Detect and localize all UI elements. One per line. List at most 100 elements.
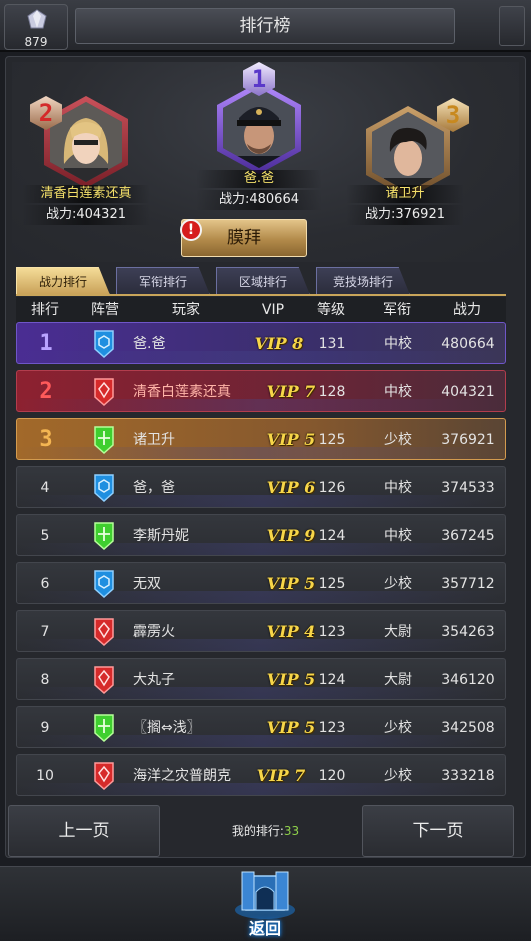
rank-badge: 2 <box>39 379 53 404</box>
rank-number: 5 <box>40 528 50 544</box>
player-level: 123 <box>318 624 346 640</box>
top-bar: 879 排行榜 <box>0 0 531 52</box>
table-row[interactable]: 9 〖搁⇔浅〗 VIP 5 123 少校 342508 <box>16 706 506 748</box>
rank-number: 8 <box>40 672 50 688</box>
pagination: 上一页 我的排行:33 下一页 <box>8 805 523 857</box>
player-name: 清香白莲素还真 <box>133 384 231 400</box>
column-power: 战力 <box>453 302 481 318</box>
player-name: 李斯丹妮 <box>133 528 189 544</box>
table-row[interactable]: 3 诸卫升 VIP 5 125 少校 376921 <box>16 418 506 460</box>
player-level: 128 <box>318 384 346 400</box>
red-faction-icon <box>94 618 114 647</box>
table-row[interactable]: 4 爸，爸 VIP 6 126 中校 374533 <box>16 466 506 508</box>
third-place-power: 战力:376921 <box>346 205 464 225</box>
red-faction-icon <box>94 762 114 791</box>
military-rank: 中校 <box>384 480 412 496</box>
military-rank: 少校 <box>384 768 412 784</box>
green-faction-icon <box>94 426 114 455</box>
military-rank: 少校 <box>384 432 412 448</box>
player-name: 大丸子 <box>133 672 175 688</box>
military-rank: 中校 <box>384 336 412 352</box>
alert-icon: ! <box>180 219 202 241</box>
column-vip: VIP <box>261 302 285 318</box>
player-level: 131 <box>318 336 346 352</box>
table-row[interactable]: 7 霹雳火 VIP 4 123 大尉 354263 <box>16 610 506 652</box>
combat-power: 333218 <box>441 768 495 784</box>
red-faction-icon <box>94 666 114 695</box>
first-place-power: 战力:480664 <box>196 190 322 210</box>
page-title: 排行榜 <box>75 8 455 44</box>
combat-power: 374533 <box>441 480 495 496</box>
military-rank: 少校 <box>384 576 412 592</box>
blue-faction-icon <box>94 474 114 503</box>
tab-underline <box>16 294 506 296</box>
player-level: 125 <box>318 576 346 592</box>
military-rank: 大尉 <box>384 624 412 640</box>
player-level: 125 <box>318 432 346 448</box>
player-level: 123 <box>318 720 346 736</box>
combat-power: 404321 <box>441 384 495 400</box>
vip-level: VIP 8 <box>254 334 304 353</box>
player-name: 无双 <box>133 576 161 592</box>
column-title: 军衔 <box>383 302 411 318</box>
combat-power: 342508 <box>441 720 495 736</box>
rank-number: 9 <box>40 720 50 736</box>
tab-rank-ranking[interactable]: 军衔排行 <box>116 267 210 295</box>
player-level: 124 <box>318 672 346 688</box>
military-rank: 少校 <box>384 720 412 736</box>
second-place-name: 清香白莲素还真 <box>22 185 150 203</box>
blue-faction-icon <box>94 330 114 359</box>
third-place-avatar <box>372 112 444 192</box>
player-level: 120 <box>318 768 346 784</box>
player-name: 海洋之灾普朗克 <box>133 768 231 784</box>
red-faction-icon <box>94 378 114 407</box>
player-name: 诸卫升 <box>133 432 175 448</box>
rank-badge: 3 <box>39 427 53 452</box>
table-header: 排行 阵营 玩家 VIP 等级 军衔 战力 <box>16 297 506 323</box>
column-level: 等级 <box>317 302 345 318</box>
second-place-power: 战力:404321 <box>22 205 150 225</box>
combat-power: 367245 <box>441 528 495 544</box>
column-player: 玩家 <box>172 302 200 318</box>
player-level: 126 <box>318 480 346 496</box>
gem-counter[interactable]: 879 <box>4 4 68 50</box>
combat-power: 346120 <box>441 672 495 688</box>
first-place-avatar <box>223 88 295 168</box>
tab-power-ranking[interactable]: 战力排行 <box>16 267 110 295</box>
first-place-name: 爸.爸 <box>196 170 322 188</box>
player-name: 爸，爸 <box>133 480 175 496</box>
vip-level: VIP 7 <box>256 766 306 785</box>
ranking-tabs: 战力排行 军衔排行 区域排行 竞技场排行 <box>16 267 506 295</box>
tab-arena-ranking[interactable]: 竞技场排行 <box>316 267 410 295</box>
my-rank-label: 我的排行: <box>231 824 284 838</box>
back-button[interactable]: 返回 <box>232 870 298 940</box>
prev-page-button[interactable]: 上一页 <box>8 805 160 857</box>
rank-number: 4 <box>40 480 50 496</box>
rank-number: 7 <box>40 624 50 640</box>
table-row[interactable]: 10 海洋之灾普朗克 VIP 7 120 少校 333218 <box>16 754 506 796</box>
green-faction-icon <box>94 522 114 551</box>
my-rank: 我的排行:33 <box>168 805 363 857</box>
rank-badge: 1 <box>39 331 53 356</box>
combat-power: 376921 <box>441 432 495 448</box>
rank-number: 10 <box>36 768 54 784</box>
table-row[interactable]: 8 大丸子 VIP 5 124 大尉 346120 <box>16 658 506 700</box>
corner-ornament <box>499 6 525 46</box>
green-faction-icon <box>94 714 114 743</box>
combat-power: 354263 <box>441 624 495 640</box>
player-name: 霹雳火 <box>133 624 175 640</box>
combat-power: 357712 <box>441 576 495 592</box>
player-level: 124 <box>318 528 346 544</box>
rank-number: 6 <box>40 576 50 592</box>
table-row[interactable]: 1 爸.爸 VIP 8 131 中校 480664 <box>16 322 506 364</box>
table-row[interactable]: 5 李斯丹妮 VIP 9 124 中校 367245 <box>16 514 506 556</box>
next-page-button[interactable]: 下一页 <box>362 805 514 857</box>
blue-faction-icon <box>94 570 114 599</box>
table-row[interactable]: 6 无双 VIP 5 125 少校 357712 <box>16 562 506 604</box>
player-name: 爸.爸 <box>133 336 166 352</box>
gem-count: 879 <box>24 35 48 49</box>
combat-power: 480664 <box>441 336 495 352</box>
table-row[interactable]: 2 清香白莲素还真 VIP 7 128 中校 404321 <box>16 370 506 412</box>
back-label: 返回 <box>248 919 281 938</box>
tab-region-ranking[interactable]: 区域排行 <box>216 267 310 295</box>
